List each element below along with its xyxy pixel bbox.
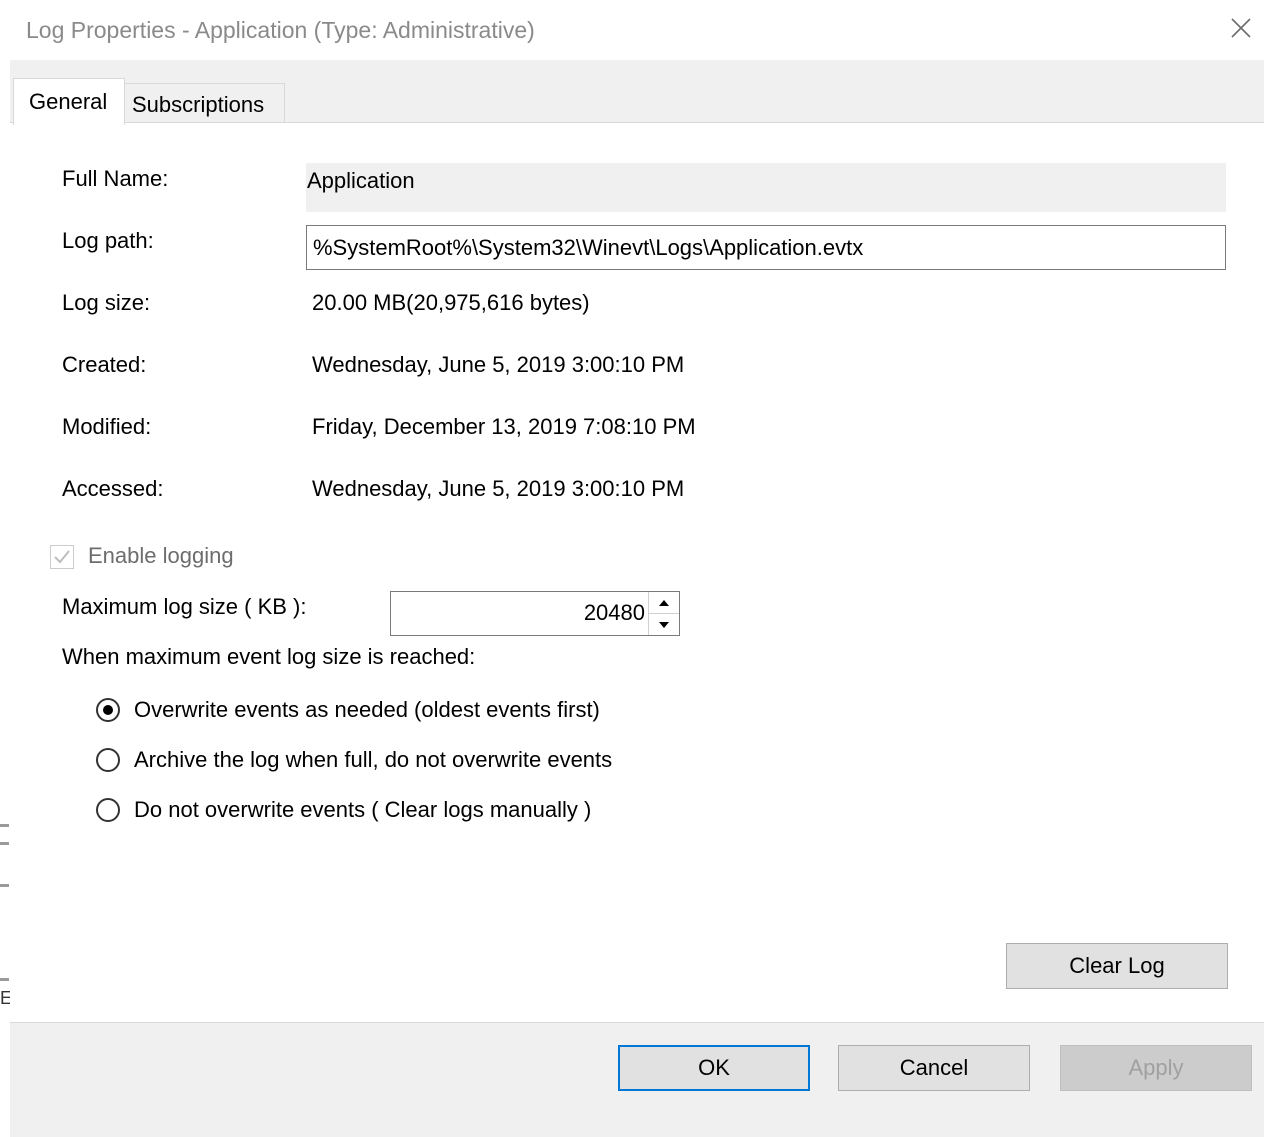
max-log-size-stepper[interactable]: 20480 bbox=[390, 591, 680, 636]
caret-up-icon bbox=[659, 599, 669, 606]
caret-down-icon bbox=[659, 621, 669, 628]
ok-button[interactable]: OK bbox=[618, 1045, 810, 1091]
checkmark-icon bbox=[54, 550, 70, 564]
accessed-label: Accessed: bbox=[62, 476, 164, 501]
log-size-value: 20.00 MB(20,975,616 bytes) bbox=[312, 290, 590, 315]
tab-general-label: General bbox=[29, 89, 108, 114]
when-reached-label: When maximum event log size is reached: bbox=[62, 644, 476, 669]
window-title: Log Properties - Application (Type: Admi… bbox=[26, 17, 535, 43]
max-log-size-label: Maximum log size ( KB ): bbox=[62, 594, 307, 619]
log-size-label: Log size: bbox=[62, 290, 151, 315]
radio-selected-dot bbox=[103, 705, 113, 715]
max-log-size-value: 20480 bbox=[583, 600, 645, 625]
created-value: Wednesday, June 5, 2019 3:00:10 PM bbox=[312, 352, 685, 377]
modified-label: Modified: bbox=[62, 414, 152, 439]
overwrite-radio[interactable] bbox=[96, 698, 120, 722]
log-path-field[interactable]: %SystemRoot%\System32\Winevt\Logs\Applic… bbox=[306, 225, 1226, 270]
spin-up-button[interactable] bbox=[649, 592, 679, 614]
log-path-value: %SystemRoot%\System32\Winevt\Logs\Applic… bbox=[313, 235, 864, 260]
archive-radio-label[interactable]: Archive the log when full, do not overwr… bbox=[134, 747, 612, 773]
log-properties-dialog: Log Properties - Application (Type: Admi… bbox=[10, 0, 1264, 1137]
archive-radio[interactable] bbox=[96, 748, 120, 772]
enable-logging-checkbox[interactable] bbox=[50, 545, 74, 569]
clear-log-button[interactable]: Clear Log bbox=[1006, 943, 1228, 989]
apply-button[interactable]: Apply bbox=[1060, 1045, 1252, 1091]
overwrite-radio-label[interactable]: Overwrite events as needed (oldest event… bbox=[134, 697, 600, 723]
edge-divider bbox=[0, 842, 9, 845]
full-name-value: Application bbox=[307, 168, 415, 193]
do-not-overwrite-radio-label[interactable]: Do not overwrite events ( Clear logs man… bbox=[134, 797, 591, 823]
spin-down-button[interactable] bbox=[649, 614, 679, 635]
tab-subscriptions-label: Subscriptions bbox=[132, 92, 265, 117]
enable-logging-label: Enable logging bbox=[88, 543, 234, 568]
accessed-value: Wednesday, June 5, 2019 3:00:10 PM bbox=[312, 476, 685, 501]
tab-general[interactable]: General bbox=[13, 78, 125, 125]
created-label: Created: bbox=[62, 352, 147, 377]
spin-buttons bbox=[648, 592, 679, 635]
close-button[interactable] bbox=[1218, 0, 1264, 56]
full-name-field[interactable]: Application bbox=[306, 163, 1226, 212]
title-bar[interactable]: Log Properties - Application (Type: Admi… bbox=[10, 0, 1264, 60]
general-panel: Full Name: Application Log path: %System… bbox=[10, 122, 1264, 1023]
do-not-overwrite-radio[interactable] bbox=[96, 798, 120, 822]
close-icon bbox=[1231, 18, 1251, 38]
dialog-footer: OK Cancel Apply bbox=[10, 1022, 1264, 1137]
edge-divider bbox=[0, 978, 9, 981]
tab-subscriptions[interactable]: Subscriptions bbox=[123, 83, 285, 123]
tab-strip: General Subscriptions bbox=[10, 60, 1264, 125]
log-path-label: Log path: bbox=[62, 228, 154, 253]
modified-value: Friday, December 13, 2019 7:08:10 PM bbox=[312, 414, 696, 439]
full-name-label: Full Name: bbox=[62, 166, 169, 191]
edge-divider bbox=[0, 884, 9, 887]
cancel-button[interactable]: Cancel bbox=[838, 1045, 1030, 1091]
edge-divider bbox=[0, 824, 9, 827]
